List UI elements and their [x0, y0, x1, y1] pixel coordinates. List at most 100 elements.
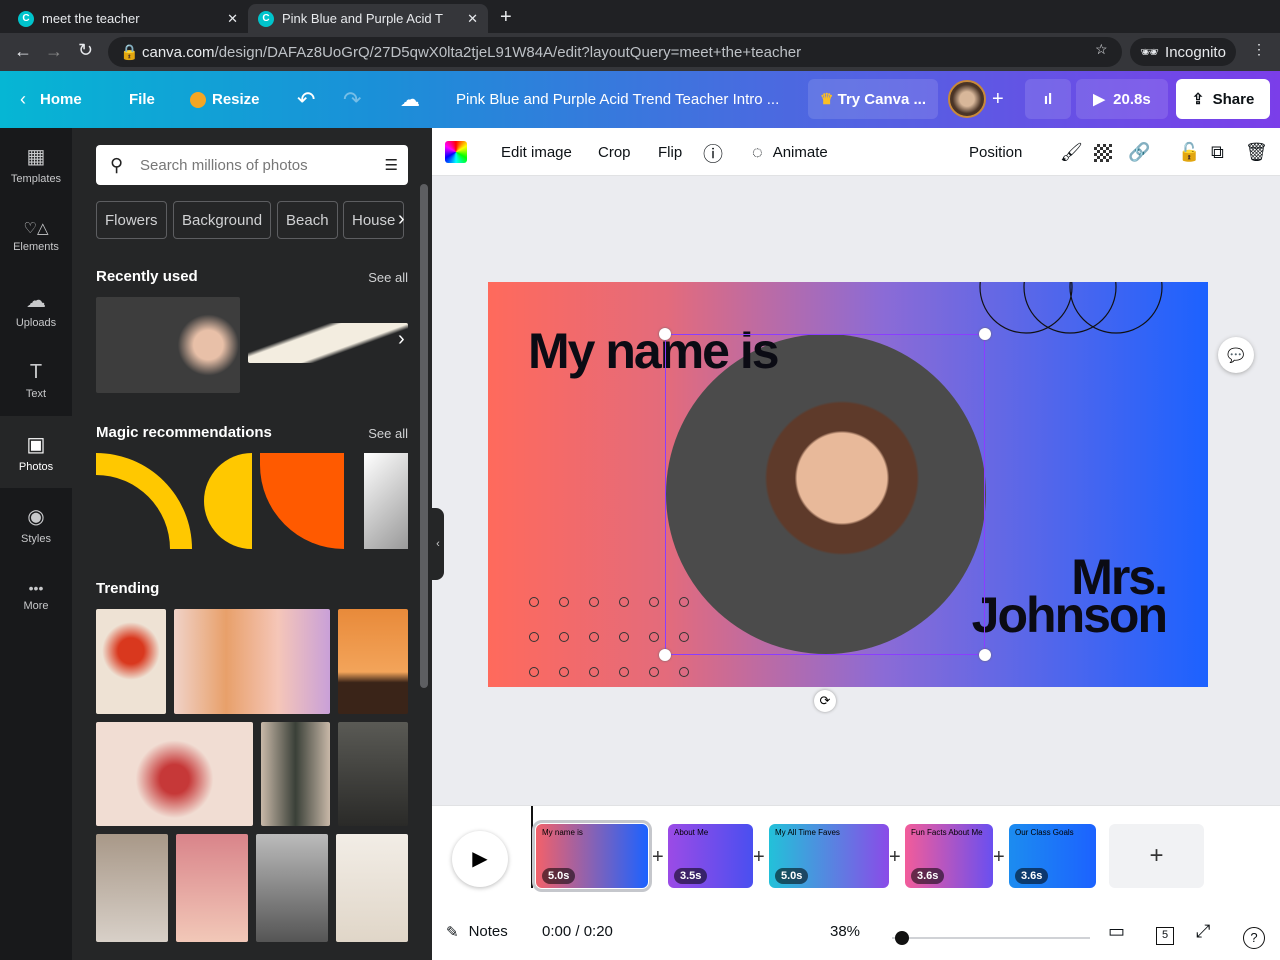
crop-button[interactable]: Crop	[598, 128, 631, 176]
rotate-icon[interactable]: ⟳	[814, 690, 836, 712]
magic-yellow-half-circle[interactable]	[204, 453, 252, 549]
add-slide-icon[interactable]: +	[753, 846, 765, 869]
trending-photo[interactable]	[338, 609, 408, 714]
browser-menu-icon[interactable]: ⋮	[1252, 41, 1266, 58]
fullscreen-icon[interactable]: ⤢	[1196, 921, 1210, 942]
add-collaborator-icon[interactable]: +	[992, 71, 1004, 128]
trending-photo[interactable]	[336, 834, 408, 942]
info-icon[interactable]: ⓘ	[703, 128, 723, 176]
browser-tab-active[interactable]: C Pink Blue and Purple Acid T ✕	[248, 4, 488, 33]
user-avatar[interactable]	[948, 80, 986, 118]
bookmark-star-icon[interactable]: ☆	[1095, 41, 1108, 58]
add-comment-icon[interactable]: 💬	[1218, 337, 1254, 373]
close-tab-icon[interactable]: ✕	[227, 11, 238, 27]
resize-handle[interactable]	[659, 328, 671, 340]
browser-tab[interactable]: Cmeet the teacher ✕	[8, 4, 248, 33]
cloud-saved-icon[interactable]: ☁	[400, 71, 420, 128]
notes-button[interactable]: ✎ Notes	[446, 923, 508, 941]
add-slide-icon[interactable]: +	[993, 846, 1005, 869]
resize-handle[interactable]	[979, 649, 991, 661]
lock-icon[interactable]: 🔓	[1178, 128, 1200, 176]
timeline-slide-5[interactable]: Our Class Goals 3.6s	[1009, 824, 1096, 888]
add-slide-icon[interactable]: +	[889, 846, 901, 869]
trending-photo[interactable]	[96, 834, 168, 942]
teacher-name[interactable]: Mrs. Johnson	[972, 552, 1168, 640]
trending-photo[interactable]	[261, 722, 330, 826]
share-button[interactable]: ⇪ Share	[1176, 79, 1270, 119]
photo-search-input[interactable]: ⚲ Search millions of photos ☰	[96, 145, 408, 185]
trending-photo[interactable]	[176, 834, 248, 942]
magic-yellow-arc[interactable]	[96, 453, 192, 549]
recent-photo-woman[interactable]	[96, 297, 240, 393]
reload-icon[interactable]: ↻	[78, 40, 93, 61]
trash-icon[interactable]: 🗑	[1245, 128, 1268, 176]
see-all-link[interactable]: See all	[368, 426, 408, 441]
link-icon[interactable]: 🔗	[1128, 128, 1150, 176]
rail-more[interactable]: ••• More	[0, 560, 72, 632]
position-button[interactable]: Position	[969, 128, 1022, 176]
trending-photo[interactable]	[96, 609, 166, 714]
rail-uploads[interactable]: ☁ Uploads	[0, 272, 72, 344]
duplicate-icon[interactable]: ⧉	[1211, 128, 1224, 176]
edit-image-button[interactable]: Edit image	[501, 128, 572, 176]
try-canva-pro-button[interactable]: ♛ Try Canva ...	[808, 79, 938, 119]
playhead[interactable]	[531, 806, 533, 888]
chip-flowers[interactable]: Flowers	[96, 201, 167, 239]
animate-button[interactable]: ◌ Animate	[752, 128, 828, 176]
resize-handle[interactable]	[979, 328, 991, 340]
file-menu-button[interactable]: File	[129, 71, 155, 128]
flip-button[interactable]: Flip	[658, 128, 682, 176]
trending-photo[interactable]	[338, 722, 408, 826]
page-count[interactable]: 5	[1156, 927, 1174, 945]
add-slide-icon[interactable]: +	[652, 846, 664, 869]
trending-photo[interactable]	[256, 834, 328, 942]
close-tab-icon[interactable]: ✕	[467, 11, 478, 27]
url-field[interactable]: 🔒 canva.com/design/DAFAz8UoGrQ/27D5qwX0lt…	[108, 37, 1122, 67]
zoom-slider[interactable]	[892, 931, 1090, 945]
timeline-slide-3[interactable]: My All Time Faves 5.0s	[769, 824, 889, 888]
chip-background[interactable]: Background	[173, 201, 272, 239]
undo-icon[interactable]: ↶	[297, 71, 315, 128]
rail-text[interactable]: T Text	[0, 344, 72, 416]
help-icon[interactable]: ?	[1243, 927, 1265, 949]
trending-photo[interactable]	[96, 722, 253, 826]
rail-styles[interactable]: ◉ Styles	[0, 488, 72, 560]
rail-templates[interactable]: ▦ Templates	[0, 128, 72, 200]
collapse-panel-handle[interactable]: ‹	[432, 508, 444, 580]
incognito-badge[interactable]: 🕶 Incognito	[1130, 38, 1236, 66]
rail-photos[interactable]: ▣ Photos	[0, 416, 72, 488]
chevron-right-icon[interactable]: ›	[398, 328, 405, 351]
magic-orange-quarter[interactable]	[260, 453, 344, 549]
zoom-level[interactable]: 38%	[830, 923, 860, 940]
forward-icon[interactable]: →	[45, 41, 63, 62]
redo-icon[interactable]: ↷	[343, 71, 361, 128]
magic-silver-shape[interactable]	[364, 453, 408, 549]
design-title[interactable]: Pink Blue and Purple Acid Trend Teacher …	[456, 71, 779, 128]
transparency-icon[interactable]	[1094, 144, 1112, 162]
timeline-slide-1[interactable]: My name is 5.0s	[532, 820, 652, 892]
present-play-button[interactable]: ▶ 20.8s	[1076, 79, 1168, 119]
filter-icon[interactable]: ☰	[385, 156, 398, 174]
add-page-button[interactable]: +	[1109, 824, 1204, 888]
chevron-right-icon[interactable]: ›	[398, 208, 405, 231]
panel-scrollbar[interactable]	[420, 184, 428, 688]
resize-handle[interactable]	[659, 649, 671, 661]
back-icon[interactable]: ←	[14, 41, 32, 62]
rail-elements[interactable]: ♡△ Elements	[0, 200, 72, 272]
recent-torn-paper[interactable]	[248, 323, 408, 363]
chip-house[interactable]: House	[343, 201, 405, 239]
grid-view-icon[interactable]: ▭	[1108, 921, 1125, 942]
see-all-link[interactable]: See all	[368, 270, 408, 285]
timeline-slide-4[interactable]: Fun Facts About Me 3.6s	[905, 824, 993, 888]
play-timeline-button[interactable]: ▶	[452, 831, 508, 887]
canvas-scrollbar[interactable]	[1266, 180, 1276, 790]
new-tab-icon[interactable]: +	[500, 6, 512, 29]
timeline-slide-2[interactable]: About Me 3.5s	[668, 824, 753, 888]
zoom-slider-thumb[interactable]	[895, 931, 909, 945]
home-button[interactable]: ‹ Home	[20, 71, 82, 128]
color-picker-icon[interactable]	[445, 141, 467, 163]
trending-photo[interactable]	[174, 609, 330, 714]
resize-button[interactable]: Resize	[190, 71, 260, 128]
copy-style-icon[interactable]: 🖌	[1060, 128, 1083, 176]
insights-chart-icon[interactable]: ıl	[1025, 79, 1071, 119]
